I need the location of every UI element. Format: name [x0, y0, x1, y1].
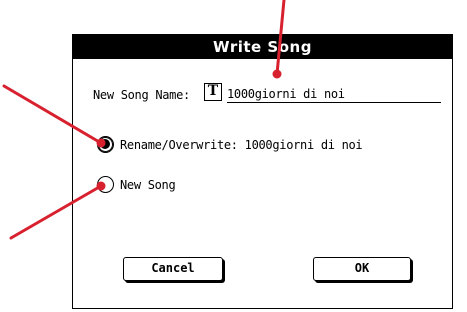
text-edit-icon[interactable]: T — [204, 83, 222, 101]
new-song-label: New Song — [120, 177, 176, 192]
new-song-option[interactable]: New Song — [97, 176, 176, 193]
song-name-label: New Song Name: — [93, 88, 190, 102]
ok-button[interactable]: OK — [313, 257, 411, 281]
write-song-dialog: Write Song New Song Name: T 1000giorni d… — [72, 34, 453, 309]
rename-overwrite-label: Rename/Overwrite: 1000giorni di noi — [120, 137, 363, 152]
rename-overwrite-radio[interactable] — [97, 136, 114, 153]
cancel-button[interactable]: Cancel — [123, 257, 223, 281]
song-name-field[interactable]: 1000giorni di noi — [227, 83, 441, 103]
new-song-radio[interactable] — [97, 176, 114, 193]
rename-overwrite-option[interactable]: Rename/Overwrite: 1000giorni di noi — [97, 136, 363, 153]
dialog-title: Write Song — [73, 35, 452, 59]
